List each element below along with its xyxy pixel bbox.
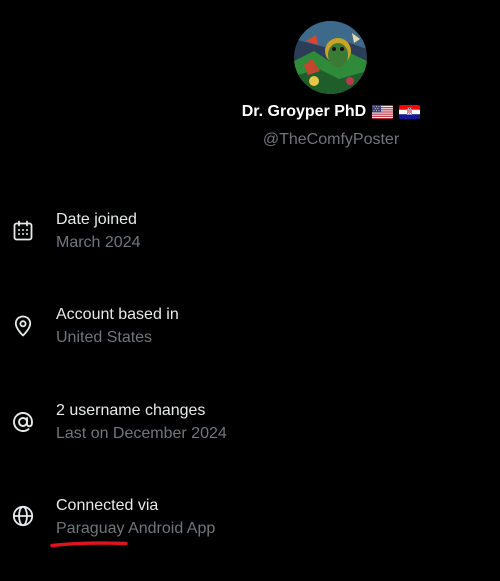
username-changes-value: Last on December 2024: [56, 425, 227, 442]
username-changes-label: 2 username changes: [56, 402, 206, 419]
info-row-date-joined: Date joined March 2024: [0, 211, 500, 271]
info-row-account-based: Account based in United States: [0, 306, 500, 366]
us-flag-icon: [372, 105, 394, 119]
avatar-image: [294, 21, 367, 94]
account-based-label: Account based in: [56, 306, 179, 323]
connected-via-value: Paraguay Android App: [56, 520, 215, 538]
croatia-flag-icon: [399, 105, 421, 119]
red-underline-annotation: [50, 541, 128, 548]
connected-via-label: Connected via: [56, 497, 159, 514]
profile-name-row: Dr. Groyper PhD: [0, 103, 500, 121]
connected-via-app: Android App: [124, 520, 216, 537]
account-based-value: United States: [56, 329, 153, 346]
display-name: Dr. Groyper PhD: [241, 103, 367, 120]
avatar[interactable]: [294, 21, 367, 94]
date-joined-value: March 2024: [56, 234, 141, 251]
info-row-username-changes: 2 username changes Last on December 2024: [0, 402, 500, 462]
connected-via-country: Paraguay: [56, 520, 125, 537]
date-joined-label: Date joined: [56, 211, 137, 228]
at-sign-icon: [13, 412, 33, 432]
profile-handle[interactable]: @TheComfyPoster: [0, 131, 500, 149]
calendar-icon: [13, 220, 33, 241]
globe-icon: [12, 505, 34, 527]
location-pin-icon: [14, 315, 32, 337]
